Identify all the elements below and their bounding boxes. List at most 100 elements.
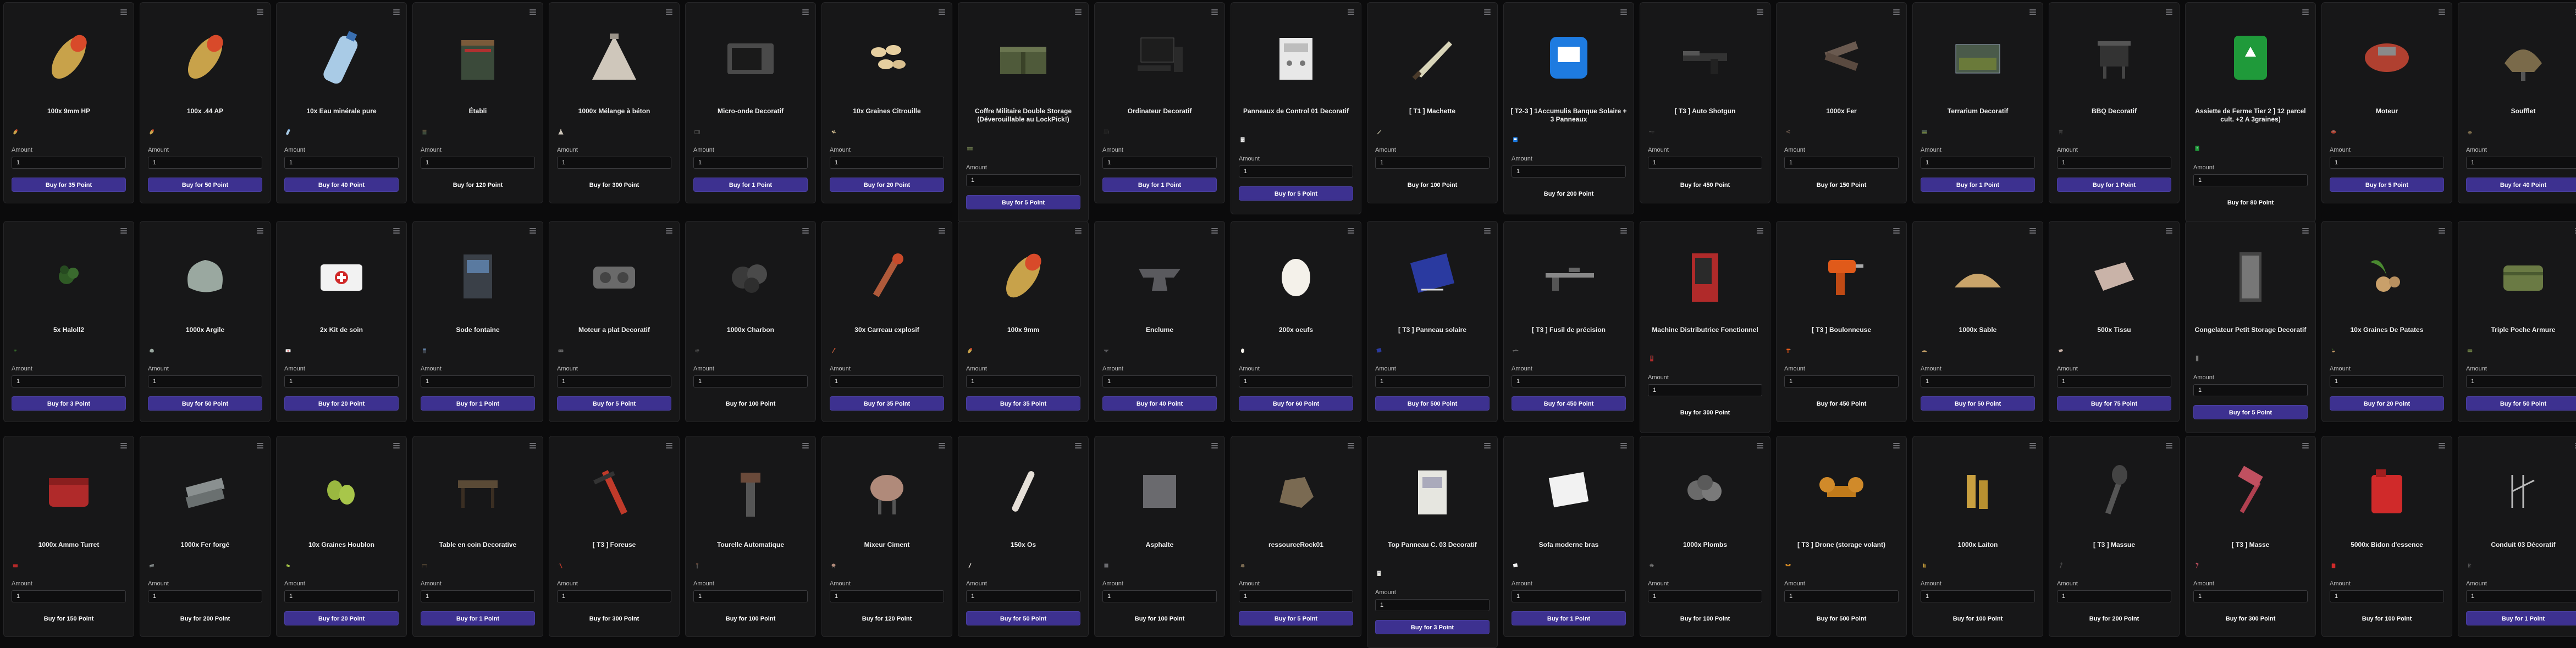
buy-button[interactable]: Buy for 3 Point <box>1375 620 1490 634</box>
details-icon[interactable] <box>529 443 536 450</box>
details-icon[interactable] <box>1348 228 1354 235</box>
details-icon[interactable] <box>1348 443 1354 450</box>
amount-input[interactable] <box>2330 157 2444 169</box>
buy-button[interactable]: Buy for 5 Point <box>1239 611 1353 625</box>
details-icon[interactable] <box>802 228 809 235</box>
buy-button[interactable]: Buy for 300 Point <box>1648 405 1762 419</box>
amount-input[interactable] <box>2330 590 2444 602</box>
details-icon[interactable] <box>1211 228 1218 235</box>
amount-input[interactable] <box>1512 375 1626 387</box>
amount-input[interactable] <box>693 375 808 387</box>
buy-button[interactable]: Buy for 100 Point <box>1102 611 1217 625</box>
details-icon[interactable] <box>1484 9 1491 16</box>
buy-button[interactable]: Buy for 450 Point <box>1648 178 1762 192</box>
details-icon[interactable] <box>2439 228 2445 235</box>
amount-input[interactable] <box>966 590 1080 602</box>
buy-button[interactable]: Buy for 120 Point <box>421 178 535 192</box>
buy-button[interactable]: Buy for 450 Point <box>1512 396 1626 411</box>
details-icon[interactable] <box>257 9 263 16</box>
amount-input[interactable] <box>12 375 126 387</box>
buy-button[interactable]: Buy for 500 Point <box>1375 396 1490 411</box>
amount-input[interactable] <box>966 375 1080 387</box>
buy-button[interactable]: Buy for 450 Point <box>1784 396 1899 411</box>
details-icon[interactable] <box>393 228 400 235</box>
amount-input[interactable] <box>2057 157 2171 169</box>
details-icon[interactable] <box>2302 228 2309 235</box>
buy-button[interactable]: Buy for 200 Point <box>2057 611 2171 625</box>
amount-input[interactable] <box>1784 590 1899 602</box>
amount-input[interactable] <box>1921 590 2035 602</box>
amount-input[interactable] <box>2466 157 2576 169</box>
amount-input[interactable] <box>830 590 944 602</box>
amount-input[interactable] <box>2193 384 2308 396</box>
details-icon[interactable] <box>1211 9 1218 16</box>
amount-input[interactable] <box>1102 375 1217 387</box>
details-icon[interactable] <box>257 443 263 450</box>
amount-input[interactable] <box>557 590 671 602</box>
buy-button[interactable]: Buy for 5 Point <box>2330 178 2444 192</box>
amount-input[interactable] <box>284 375 399 387</box>
details-icon[interactable] <box>939 9 945 16</box>
amount-input[interactable] <box>12 590 126 602</box>
buy-button[interactable]: Buy for 100 Point <box>693 396 808 411</box>
details-icon[interactable] <box>1757 9 1763 16</box>
buy-button[interactable]: Buy for 50 Point <box>2466 396 2576 411</box>
buy-button[interactable]: Buy for 80 Point <box>2193 195 2308 209</box>
buy-button[interactable]: Buy for 35 Point <box>12 178 126 192</box>
details-icon[interactable] <box>529 228 536 235</box>
amount-input[interactable] <box>1512 165 1626 178</box>
details-icon[interactable] <box>2439 443 2445 450</box>
amount-input[interactable] <box>966 174 1080 186</box>
details-icon[interactable] <box>1484 228 1491 235</box>
details-icon[interactable] <box>1893 443 1900 450</box>
details-icon[interactable] <box>1893 228 1900 235</box>
amount-input[interactable] <box>2193 174 2308 186</box>
buy-button[interactable]: Buy for 100 Point <box>693 611 808 625</box>
details-icon[interactable] <box>939 228 945 235</box>
buy-button[interactable]: Buy for 5 Point <box>557 396 671 411</box>
details-icon[interactable] <box>1620 228 1627 235</box>
buy-button[interactable]: Buy for 50 Point <box>1921 396 2035 411</box>
amount-input[interactable] <box>2466 590 2576 602</box>
buy-button[interactable]: Buy for 1 Point <box>421 611 535 625</box>
buy-button[interactable]: Buy for 100 Point <box>1375 178 1490 192</box>
amount-input[interactable] <box>1648 384 1762 396</box>
buy-button[interactable]: Buy for 300 Point <box>557 178 671 192</box>
amount-input[interactable] <box>284 157 399 169</box>
buy-button[interactable]: Buy for 20 Point <box>830 178 944 192</box>
amount-input[interactable] <box>421 375 535 387</box>
details-icon[interactable] <box>666 443 672 450</box>
amount-input[interactable] <box>148 375 262 387</box>
amount-input[interactable] <box>284 590 399 602</box>
amount-input[interactable] <box>2466 375 2576 387</box>
details-icon[interactable] <box>529 9 536 16</box>
amount-input[interactable] <box>1239 375 1353 387</box>
details-icon[interactable] <box>1075 228 1082 235</box>
buy-button[interactable]: Buy for 50 Point <box>148 396 262 411</box>
details-icon[interactable] <box>1211 443 1218 450</box>
amount-input[interactable] <box>2193 590 2308 602</box>
details-icon[interactable] <box>393 443 400 450</box>
buy-button[interactable]: Buy for 300 Point <box>557 611 671 625</box>
details-icon[interactable] <box>666 9 672 16</box>
details-icon[interactable] <box>666 228 672 235</box>
amount-input[interactable] <box>1375 599 1490 611</box>
amount-input[interactable] <box>1784 375 1899 387</box>
amount-input[interactable] <box>1921 375 2035 387</box>
amount-input[interactable] <box>693 157 808 169</box>
amount-input[interactable] <box>1375 157 1490 169</box>
buy-button[interactable]: Buy for 1 Point <box>1102 178 1217 192</box>
details-icon[interactable] <box>2439 9 2445 16</box>
amount-input[interactable] <box>2330 375 2444 387</box>
amount-input[interactable] <box>693 590 808 602</box>
amount-input[interactable] <box>2057 375 2171 387</box>
details-icon[interactable] <box>1893 9 1900 16</box>
details-icon[interactable] <box>1757 443 1763 450</box>
amount-input[interactable] <box>1239 590 1353 602</box>
buy-button[interactable]: Buy for 40 Point <box>1102 396 1217 411</box>
buy-button[interactable]: Buy for 5 Point <box>966 195 1080 209</box>
details-icon[interactable] <box>2166 9 2172 16</box>
details-icon[interactable] <box>120 228 127 235</box>
buy-button[interactable]: Buy for 50 Point <box>966 611 1080 625</box>
buy-button[interactable]: Buy for 60 Point <box>1239 396 1353 411</box>
